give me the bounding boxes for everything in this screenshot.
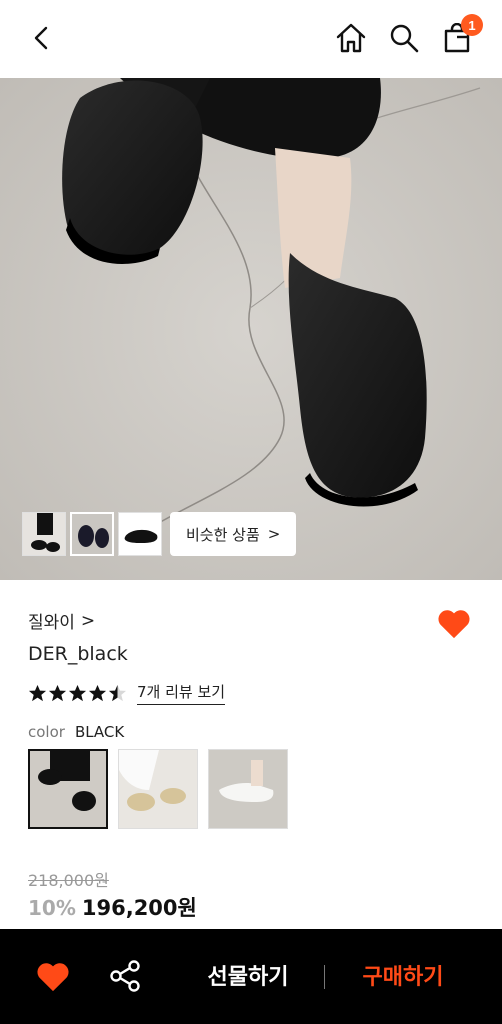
- final-price: 196,200원: [81, 896, 197, 920]
- product-name: DER_black: [28, 643, 128, 665]
- price-row: 10% 196,200원: [28, 892, 197, 922]
- back-button[interactable]: [22, 18, 62, 58]
- cart-count-badge: 1: [461, 14, 483, 36]
- thumbnail-strip: 비슷한 상품 >: [22, 512, 297, 556]
- top-app-bar: 1: [0, 0, 502, 78]
- gallery-thumbnail-selected[interactable]: [70, 512, 114, 556]
- cart-button[interactable]: 1: [437, 14, 483, 58]
- original-price: 218,000원: [28, 871, 109, 890]
- gallery-thumbnail[interactable]: [22, 512, 66, 556]
- star-icon: [108, 684, 127, 701]
- star-icon: [88, 684, 107, 701]
- brand-name: 질와이: [28, 613, 75, 633]
- color-value: BLACK: [74, 723, 125, 741]
- chevron-left-icon: [34, 26, 48, 50]
- discount-rate: 10%: [28, 896, 76, 920]
- home-icon: [336, 23, 366, 53]
- swatch-black[interactable]: [28, 749, 108, 829]
- buy-button[interactable]: 구매하기: [345, 959, 461, 991]
- star-rating: [28, 684, 127, 703]
- home-button[interactable]: [331, 18, 371, 58]
- color-label: color: [28, 723, 65, 741]
- gallery-thumbnail[interactable]: [118, 512, 162, 556]
- star-icon: [48, 684, 67, 701]
- bottom-action-bar: 선물하기 구매하기: [0, 929, 502, 1024]
- search-button[interactable]: [384, 18, 424, 58]
- product-main-image: [0, 78, 502, 580]
- heart-icon[interactable]: [36, 961, 70, 993]
- review-link[interactable]: 7개 리뷰 보기: [137, 681, 226, 705]
- share-icon[interactable]: [108, 959, 142, 993]
- swatch-beige[interactable]: [118, 749, 198, 829]
- rating-row: 7개 리뷰 보기: [28, 681, 226, 705]
- color-row: color BLACK: [28, 723, 124, 741]
- gift-button[interactable]: 선물하기: [190, 959, 306, 991]
- chevron-right-icon: >: [80, 610, 96, 631]
- wishlist-heart-icon[interactable]: [437, 608, 471, 640]
- star-icon: [68, 684, 87, 701]
- search-icon: [390, 24, 419, 53]
- similar-products-label: 비슷한 상품: [186, 525, 260, 544]
- star-icon: [28, 684, 47, 701]
- color-swatches: [28, 749, 288, 829]
- chevron-right-icon: >: [267, 525, 281, 543]
- brand-link[interactable]: 질와이 >: [28, 608, 96, 634]
- similar-products-button[interactable]: 비슷한 상품 >: [170, 512, 297, 556]
- divider: [324, 965, 325, 989]
- product-image-gallery[interactable]: 비슷한 상품 >: [0, 78, 502, 580]
- swatch-white[interactable]: [208, 749, 288, 829]
